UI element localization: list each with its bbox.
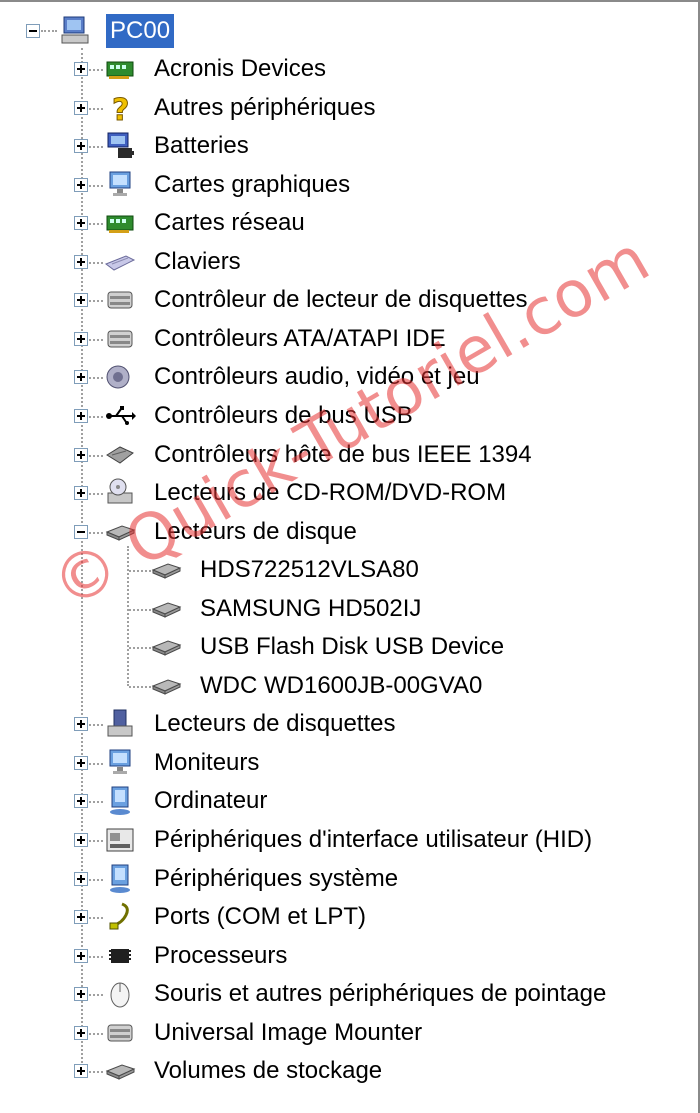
category-label[interactable]: Batteries [154,127,249,165]
controller-icon [107,1024,133,1042]
network-card-icon [106,215,134,234]
expand-toggle[interactable] [74,1064,88,1079]
expand-toggle[interactable] [74,717,88,732]
category-label[interactable]: Ordinateur [154,782,267,820]
tree-connector [89,1032,103,1035]
tree-connector [89,762,103,765]
tree-connector [129,647,151,650]
keyboard-icon [104,255,136,271]
collapse-toggle[interactable] [26,24,40,38]
expand-toggle[interactable] [74,948,88,963]
tree-connector [89,493,103,496]
device-label[interactable]: HDS722512VLSA80 [200,551,419,589]
category-label[interactable]: Volumes de stockage [154,1052,382,1090]
category-label[interactable]: Ports (COM et LPT) [154,898,366,936]
category-label[interactable]: Acronis Devices [154,50,326,88]
ieee1394-icon [106,445,134,464]
tree-connector [89,454,103,457]
expand-toggle[interactable] [74,447,88,462]
category-label[interactable]: Périphériques système [154,860,398,898]
expand-toggle[interactable] [74,139,88,154]
disk-drive-icon [151,640,182,657]
processor-icon [109,948,131,963]
monitor-icon [109,749,131,774]
battery-computer-icon [107,132,134,159]
expand-toggle[interactable] [74,486,88,501]
device-label[interactable]: USB Flash Disk USB Device [200,628,504,666]
controller-icon [107,291,133,309]
hid-icon [106,828,134,852]
tree-connector [89,300,103,303]
tree-connector [89,261,103,264]
expand-toggle[interactable] [74,216,88,231]
computer-icon [110,864,130,893]
tree-connector [89,146,103,149]
port-icon [109,902,129,930]
category-label[interactable]: Processeurs [154,937,287,975]
category-label[interactable]: Périphériques d'interface utilisateur (H… [154,821,592,859]
monitor-icon [109,171,131,196]
device-label[interactable]: SAMSUNG HD502IJ [200,590,421,628]
svg-text:?: ? [112,93,129,124]
category-label[interactable]: Cartes graphiques [154,166,350,204]
tree-connector [89,840,103,842]
computer-icon [110,786,130,816]
expand-toggle[interactable] [74,408,88,423]
computer-icon [61,16,89,44]
tree-connector [129,685,151,688]
mouse-icon [110,982,130,1008]
category-label[interactable]: Souris et autres périphériques de pointa… [154,975,606,1013]
controller-icon [107,330,133,348]
category-label[interactable]: Universal Image Mounter [154,1014,422,1052]
expand-toggle[interactable] [74,910,88,925]
tree-connector [89,1071,103,1074]
tree-connector [89,107,103,110]
root-computer-label[interactable]: PC00 [106,14,175,48]
category-label[interactable]: Autres périphériques [154,89,375,127]
expand-toggle[interactable] [74,100,88,115]
expand-toggle[interactable] [74,833,88,847]
expand-toggle[interactable] [74,254,88,269]
category-label[interactable]: Moniteurs [154,744,259,782]
cdrom-icon [107,478,133,504]
floppy-icon [107,709,133,737]
question-mark-icon: ? [112,92,130,124]
expand-toggle[interactable] [74,794,88,809]
tree-connector [41,30,57,32]
tree-connector [129,608,151,611]
expand-toggle[interactable] [74,1025,88,1040]
tree-connector [89,801,103,804]
speaker-icon [106,365,130,389]
category-label[interactable]: Lecteurs de disquettes [154,705,396,743]
tree-connector [89,184,103,187]
usb-icon [106,405,136,425]
expand-toggle[interactable] [74,293,88,308]
expand-toggle[interactable] [74,755,88,770]
expand-toggle[interactable] [74,370,88,385]
tree-connector [89,955,103,958]
disk-drive-icon [105,1064,136,1081]
disk-drive-icon [151,602,182,618]
expand-toggle[interactable] [74,62,88,76]
tree-connector [89,223,103,226]
tree-connector [89,69,103,71]
tree-connector [89,415,103,418]
tree-connector [89,338,103,341]
expand-toggle[interactable] [74,177,88,192]
disk-drive-icon [151,679,182,695]
expand-toggle[interactable] [74,331,88,346]
category-label[interactable]: Cartes réseau [154,204,305,242]
network-card-icon [106,61,134,79]
expand-toggle[interactable] [74,987,88,1002]
category-label[interactable]: Claviers [154,243,241,281]
tree-connector [89,994,103,997]
device-label[interactable]: WDC WD1600JB-00GVA0 [200,667,482,705]
tree-connector [89,878,103,881]
tree-connector [89,724,103,727]
tree-connector [89,917,103,920]
tree-connector [89,377,103,380]
expand-toggle[interactable] [74,871,88,886]
